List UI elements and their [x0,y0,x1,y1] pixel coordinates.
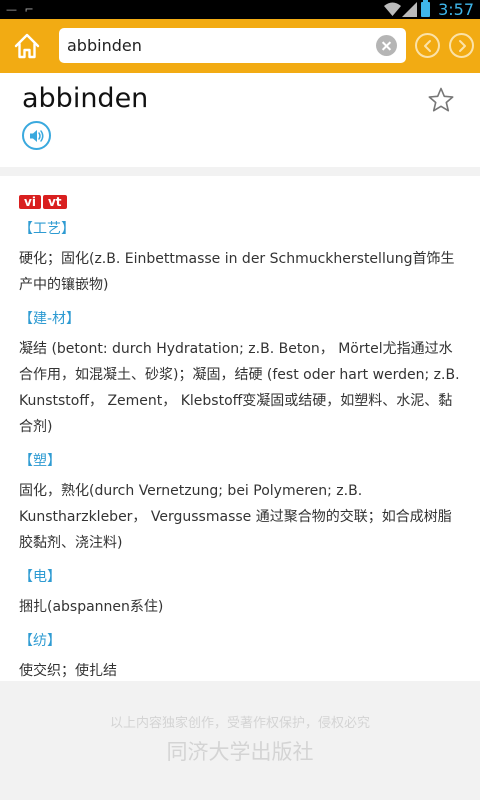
domain-label: 【电】 [19,569,61,585]
star-icon [428,87,454,112]
wifi-icon [384,2,401,16]
search-input[interactable] [67,28,367,63]
pronunciation-button[interactable] [22,121,51,150]
definition-text: 固化，熟化(durch Vernetzung; bei Polymeren; z… [19,483,452,551]
publisher-name: 同济大学出版社 [166,740,314,764]
copyright-notice: 以上内容独家创作，受著作权保护，侵权必究 [109,716,370,731]
notification-icons: — ⌐ [6,3,36,16]
pos-tag-vi: vi [19,195,41,209]
definition-text: 硬化；固化(z.B. Einbettmasse in der Schmuckhe… [19,251,455,293]
definition-text: 捆扎(abspannen系住) [19,599,164,615]
headword: abbinden [22,83,149,114]
sense-item: 【纺】 使交织；使扎结 [19,632,465,684]
sense-item: 【电】 捆扎(abspannen系住) [19,568,465,620]
domain-label: 【工艺】 [19,221,75,237]
headword-card: abbinden [0,73,480,167]
domain-label: 【建-材】 [19,311,81,327]
status-bar: — ⌐ 3:57 [0,0,480,19]
home-button[interactable] [13,32,41,60]
search-toolbar [0,19,480,73]
definition-text: 凝结 (betont: durch Hydratation; z.B. Beto… [19,341,460,435]
definitions-card: vi vt 【工艺】 硬化；固化(z.B. Einbettmasse in der… [0,176,480,681]
status-time: 3:57 [438,0,474,19]
part-of-speech-tags: vi vt [19,191,69,210]
signal-icon [402,2,417,17]
chevron-left-icon [424,40,431,52]
speaker-icon [30,130,44,142]
search-box [59,28,406,63]
domain-label: 【塑】 [19,453,61,469]
domain-label: 【纺】 [19,633,61,649]
sense-item: 【工艺】 硬化；固化(z.B. Einbettmasse in der Schm… [19,220,465,298]
copyright-footer: 以上内容独家创作，受著作权保护，侵权必究 同济大学出版社 [0,681,480,800]
sense-item: 【建-材】 凝结 (betont: durch Hydratation; z.B… [19,310,465,440]
sense-item: 【塑】 固化，熟化(durch Vernetzung; bei Polymere… [19,452,465,556]
home-icon [14,33,40,59]
chevron-right-icon [459,40,466,52]
battery-icon [421,0,430,17]
next-button[interactable] [449,33,474,58]
pos-tag-vt: vt [42,195,67,209]
favorite-button[interactable] [427,86,455,114]
previous-button[interactable] [415,33,440,58]
clear-search-button[interactable] [376,35,397,56]
